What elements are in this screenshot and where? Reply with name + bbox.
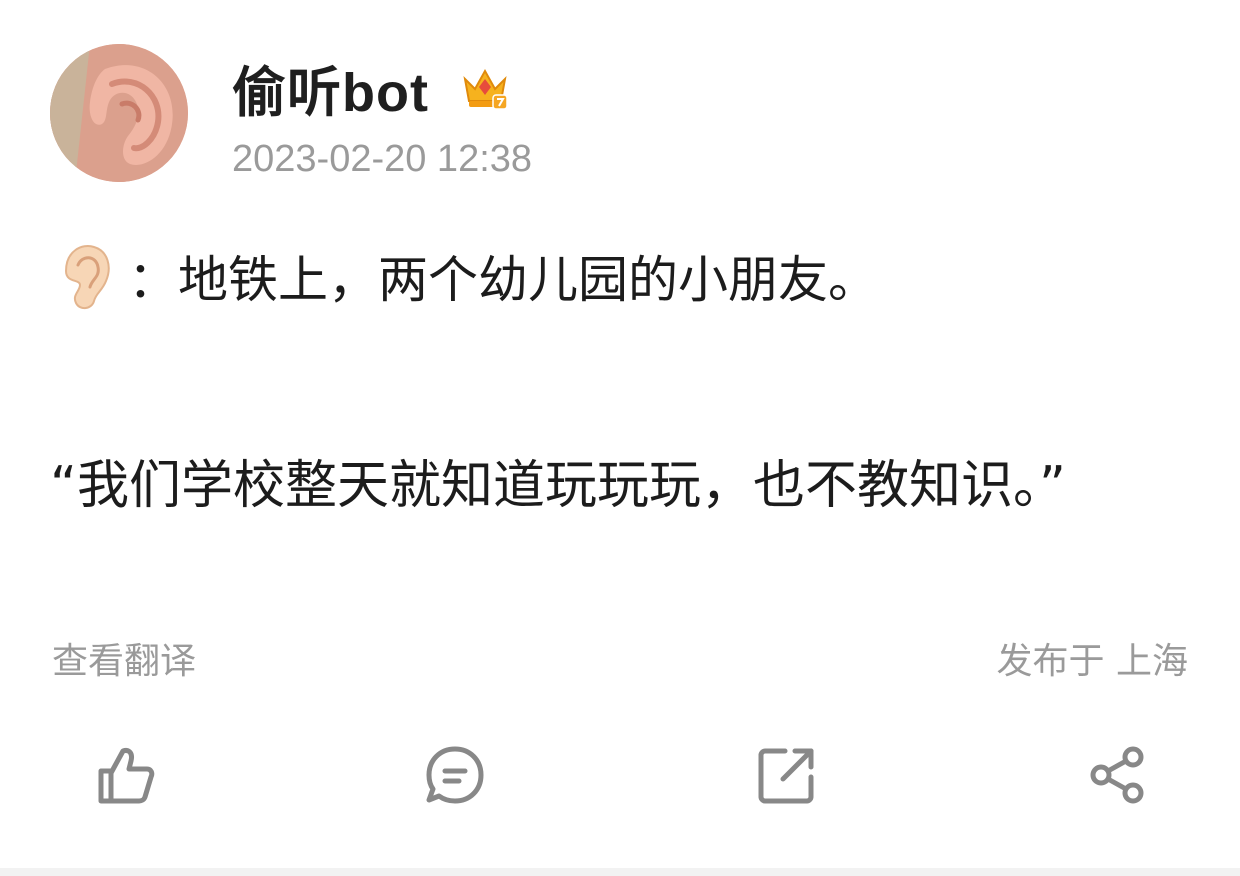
author-row: 偷听bot bbox=[232, 52, 511, 123]
post-location: 发布于 上海 bbox=[996, 641, 1188, 682]
comment-icon bbox=[426, 746, 484, 804]
share-icon bbox=[1090, 746, 1144, 804]
repost-button[interactable] bbox=[752, 740, 822, 810]
thumbs-up-icon bbox=[98, 748, 155, 804]
author-name[interactable]: 偷听bot bbox=[232, 48, 429, 127]
ear-emoji-icon bbox=[64, 245, 110, 309]
post-card: 偷听bot 2023-02-20 12:38 ：地铁上，两个幼儿园的小朋友。 “… bbox=[0, 0, 1240, 876]
ear-avatar-icon bbox=[50, 44, 188, 182]
comment-button[interactable] bbox=[420, 740, 490, 810]
post-text-line1: ：地铁上，两个幼儿园的小朋友。 bbox=[52, 240, 878, 312]
bottom-divider bbox=[0, 868, 1240, 876]
post-text-line1-content: ：地铁上，两个幼儿园的小朋友。 bbox=[128, 251, 878, 309]
crown-icon bbox=[463, 68, 508, 110]
post-text-quote: “我们学校整天就知道玩玩玩，也不教知识。” bbox=[50, 456, 1066, 516]
repost-icon bbox=[758, 748, 814, 804]
like-button[interactable] bbox=[90, 740, 160, 810]
post-timestamp: 2023-02-20 12:38 bbox=[232, 138, 533, 180]
share-button[interactable] bbox=[1082, 740, 1152, 810]
action-bar bbox=[0, 740, 1240, 820]
avatar[interactable] bbox=[50, 44, 188, 182]
translate-link[interactable]: 查看翻译 bbox=[52, 632, 196, 684]
